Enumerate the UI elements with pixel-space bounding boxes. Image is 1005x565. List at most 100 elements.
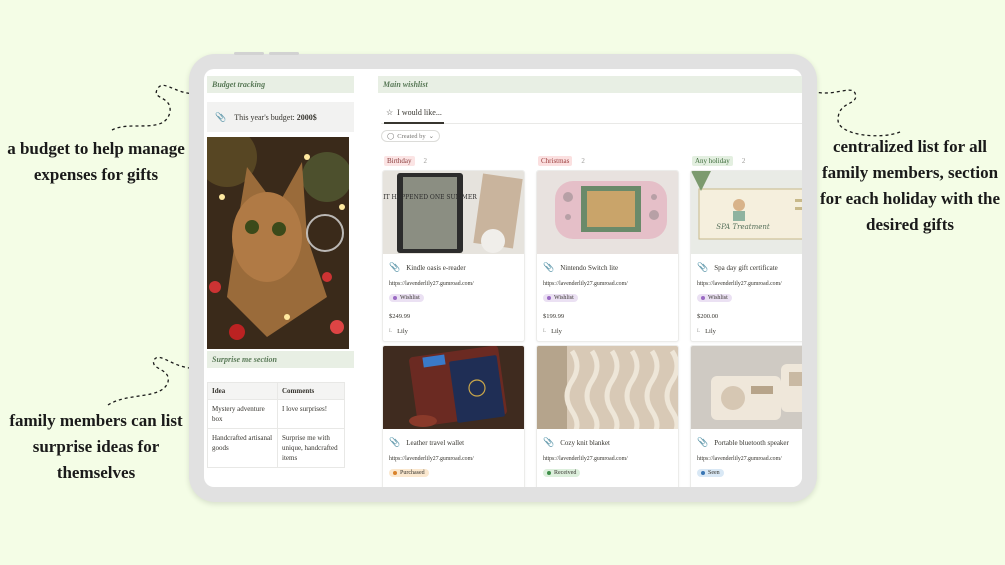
surprise-table: Idea Comments Mystery adventure box I lo… [207, 382, 345, 468]
group-count: 2 [741, 157, 746, 165]
paperclip-icon: 📎 [697, 262, 709, 272]
tablet-button [234, 52, 264, 55]
status-dot [547, 296, 551, 300]
created-by-filter[interactable]: ◯ Created by ⌄ [381, 130, 441, 142]
column-header[interactable]: Idea [207, 382, 278, 400]
tablet-frame: Budget tracking 📎 This year's budget: 20… [189, 52, 817, 502]
status-dot [393, 471, 397, 475]
table-cell[interactable]: I love surprises! [277, 399, 345, 429]
status-dot [701, 471, 705, 475]
paperclip-icon: 📎 [389, 437, 401, 447]
card-url[interactable]: https://lavenderlily27.gumroad.com/ [691, 448, 802, 462]
table-row: Mystery adventure box I love surprises! [207, 399, 345, 429]
budget-label: This year's budget: [234, 112, 295, 122]
card-price: $199.99 [543, 313, 565, 320]
paperclip-icon: 📎 [697, 437, 709, 447]
cat-christmas-photo [207, 137, 349, 349]
status-label: Wishlist [708, 295, 728, 301]
column-header[interactable]: Comments [277, 382, 345, 400]
star-icon: ☆ [386, 107, 394, 117]
tablet-button [269, 52, 299, 55]
avatar: L [389, 329, 393, 334]
status-dot [547, 471, 551, 475]
card-person: Lily [705, 328, 716, 335]
avatar: L [543, 329, 547, 334]
budget-tracking-heading: Budget tracking [207, 76, 354, 93]
card-price: $249.99 [389, 313, 411, 320]
status-badge: Purchased [389, 469, 429, 477]
card-person: Lily [551, 328, 562, 335]
gallery-card[interactable]: 📎 Portable bluetooth speaker https://lave… [690, 345, 802, 487]
notion-page: Budget tracking 📎 This year's budget: 20… [204, 69, 802, 487]
card-url[interactable]: https://lavenderlily27.gumroad.com/ [383, 273, 524, 287]
card-title: Nintendo Switch lite [560, 263, 619, 272]
view-tabbar: ☆ I would like... [381, 102, 802, 124]
group-tag: Christmas [538, 156, 573, 166]
leather-wallet-image [383, 346, 524, 429]
group-christmas[interactable]: Christmas 2 [538, 156, 585, 166]
annotation-centralized-list: centralized list for all family members,… [819, 137, 1001, 234]
knit-blanket-image [537, 346, 678, 429]
card-title: Kindle oasis e-reader [406, 263, 466, 272]
gallery-card[interactable]: 📎 Leather travel wallet https://lavenderl… [382, 345, 525, 487]
group-tag: Any holiday [692, 156, 733, 166]
gallery-card[interactable]: SPA Treatment 📎 Spa day gift certificate … [690, 170, 802, 342]
status-label: Wishlist [554, 295, 574, 301]
status-dot [393, 296, 397, 300]
gallery-card[interactable]: IT HAPPENED ONE SUMMER 📎 Kindle oasis e-r… [382, 170, 525, 342]
status-label: Wishlist [400, 295, 420, 301]
gallery-card[interactable]: 📎 Nintendo Switch lite https://lavenderli… [536, 170, 679, 342]
budget-callout: 📎 This year's budget: 2000$ [207, 102, 354, 132]
card-title: Portable bluetooth speaker [714, 438, 789, 447]
group-tag: Birthday [384, 156, 415, 166]
status-badge: Wishlist [697, 294, 732, 302]
budget-value: 2000$ [296, 112, 317, 122]
nintendo-switch-image [537, 171, 678, 254]
surprise-section-heading: Surprise me section [207, 351, 354, 368]
card-title: Cozy knit blanket [560, 438, 610, 447]
group-count: 2 [423, 157, 428, 165]
chevron-down-icon: ⌄ [428, 133, 435, 140]
status-badge: Received [543, 469, 581, 477]
paperclip-icon: 📎 [215, 111, 227, 122]
main-wishlist-heading: Main wishlist [378, 76, 802, 93]
card-url[interactable]: https://lavenderlily27.gumroad.com/ [691, 273, 802, 287]
table-cell[interactable]: Handcrafted artisanal goods [207, 428, 278, 468]
paperclip-icon: 📎 [543, 262, 555, 272]
gallery-card[interactable]: 📎 Cozy knit blanket https://lavenderlily2… [536, 345, 679, 487]
table-cell[interactable]: Mystery adventure box [207, 399, 278, 429]
person-icon: ◯ [387, 133, 395, 140]
status-label: Received [554, 470, 577, 476]
status-label: Purchased [400, 470, 425, 476]
status-badge: Seen [697, 469, 724, 477]
arrow-central [804, 88, 901, 137]
group-birthday[interactable]: Birthday 2 [384, 156, 427, 166]
paperclip-icon: 📎 [389, 262, 401, 272]
spa-certificate-image: SPA Treatment [691, 171, 802, 254]
tab-label: I would like... [397, 107, 442, 117]
card-url[interactable]: https://lavenderlily27.gumroad.com/ [383, 448, 524, 462]
spa-card-text: SPA Treatment [716, 223, 770, 231]
table-cell[interactable]: Surprise me with unique, handcrafted ite… [277, 428, 345, 468]
avatar: L [697, 329, 701, 334]
card-url[interactable]: https://lavenderlily27.gumroad.com/ [537, 273, 678, 287]
card-person: Lily [397, 328, 408, 335]
status-badge: Wishlist [389, 294, 424, 302]
tab-i-would-like[interactable]: ☆ I would like... [384, 102, 444, 124]
table-header-row: Idea Comments [207, 382, 345, 400]
annotation-budget: a budget to help manage expenses for gif… [7, 139, 185, 184]
card-title: Leather travel wallet [406, 438, 465, 447]
group-any-holiday[interactable]: Any holiday 2 [692, 156, 745, 166]
filter-label: Created by [397, 132, 426, 140]
paperclip-icon: 📎 [543, 437, 555, 447]
card-title: Spa day gift certificate [714, 263, 778, 272]
status-badge: Wishlist [543, 294, 578, 302]
card-url[interactable]: https://lavenderlily27.gumroad.com/ [537, 448, 678, 462]
status-dot [701, 296, 705, 300]
group-count: 2 [581, 157, 585, 165]
bluetooth-speaker-image [691, 346, 802, 429]
table-row: Handcrafted artisanal goods Surprise me … [207, 428, 345, 468]
annotation-surprise: family members can list surprise ideas f… [9, 411, 183, 482]
kindle-image: IT HAPPENED ONE SUMMER [383, 171, 524, 254]
status-label: Seen [708, 470, 720, 476]
